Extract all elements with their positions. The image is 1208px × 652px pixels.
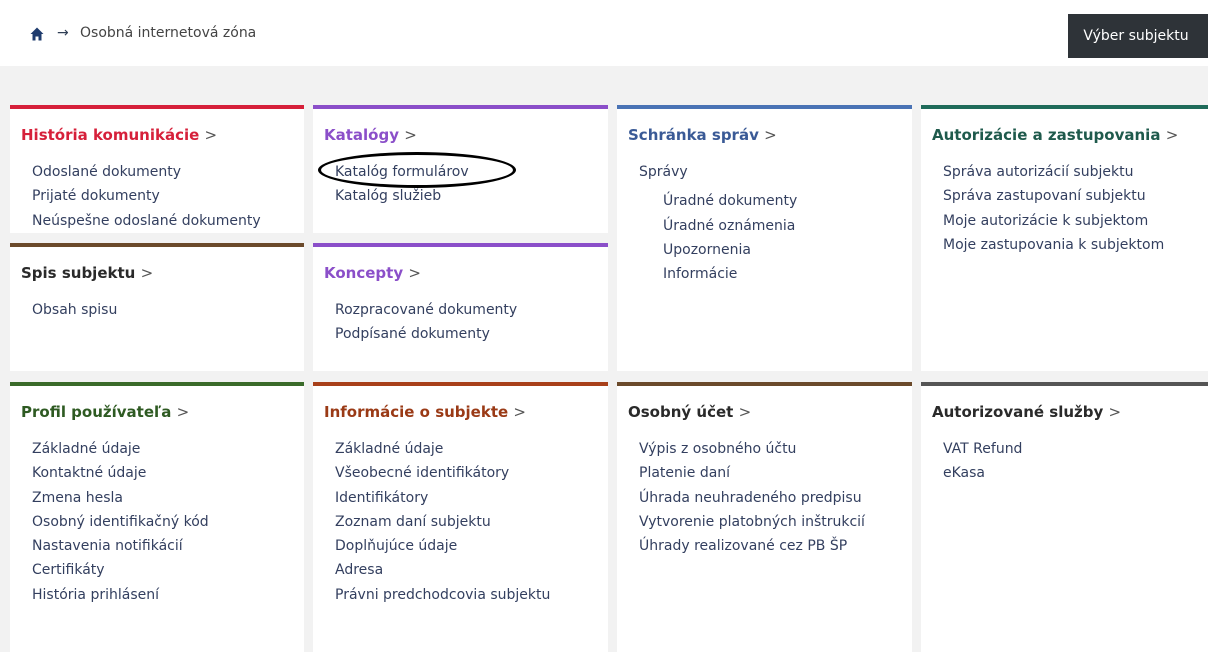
link-rozpracovane[interactable]: Rozpracované dokumenty xyxy=(335,298,517,322)
link-info-zakladne[interactable]: Základné údaje xyxy=(335,437,550,461)
card-profil: Profil používateľa > Základné údaje Kont… xyxy=(10,382,304,652)
link-historia-prihlaseni[interactable]: História prihlásení xyxy=(32,583,209,607)
card-informacie-title[interactable]: Informácie o subjekte > xyxy=(324,402,526,422)
card-profil-title[interactable]: Profil používateľa > xyxy=(21,402,189,422)
link-uhrada-predpisu[interactable]: Úhrada neuhradeného predpisu xyxy=(639,486,865,510)
card-sluzby: Autorizované služby > VAT Refund eKasa xyxy=(921,382,1208,652)
card-koncepty-title[interactable]: Koncepty > xyxy=(324,263,421,283)
link-certifikaty[interactable]: Certifikáty xyxy=(32,558,209,582)
link-info-zoznam-dani[interactable]: Zoznam daní subjektu xyxy=(335,510,550,534)
link-uhrady-pb[interactable]: Úhrady realizované cez PB ŠP xyxy=(639,534,865,558)
link-upozornenia[interactable]: Upozornenia xyxy=(639,238,797,262)
card-koncepty: Koncepty > Rozpracované dokumenty Podpís… xyxy=(313,243,608,371)
card-autorizacie: Autorizácie a zastupovania > Správa auto… xyxy=(921,105,1208,371)
link-zmena-hesla[interactable]: Zmena hesla xyxy=(32,486,209,510)
link-uradne-oznamenia[interactable]: Úradné oznámenia xyxy=(639,214,797,238)
select-subject-button[interactable]: Výber subjektu xyxy=(1068,14,1208,58)
card-spis-title[interactable]: Spis subjektu > xyxy=(21,263,153,283)
link-katalog-sluzieb[interactable]: Katalóg služieb xyxy=(335,184,469,208)
link-info-adresa[interactable]: Adresa xyxy=(335,558,550,582)
link-sprava-zastupovani[interactable]: Správa zastupovaní subjektu xyxy=(943,184,1164,208)
card-ucet: Osobný účet > Výpis z osobného účtu Plat… xyxy=(617,382,912,652)
link-ekasa[interactable]: eKasa xyxy=(943,461,1022,485)
top-bar: → Osobná internetová zóna Výber subjektu xyxy=(0,0,1208,66)
card-informacie: Informácie o subjekte > Základné údaje V… xyxy=(313,382,608,652)
link-platenie-dani[interactable]: Platenie daní xyxy=(639,461,865,485)
card-historia: História komunikácie > Odoslané dokument… xyxy=(10,105,304,233)
home-icon[interactable] xyxy=(30,26,44,41)
card-katalogy: Katalógy > Katalóg formulárov Katalóg sl… xyxy=(313,105,608,233)
link-moje-zastupovania[interactable]: Moje zastupovania k subjektom xyxy=(943,233,1164,257)
link-info-doplnujuce[interactable]: Doplňujúce údaje xyxy=(335,534,550,558)
card-spis: Spis subjektu > Obsah spisu xyxy=(10,243,304,371)
link-prijate[interactable]: Prijaté dokumenty xyxy=(32,184,261,208)
link-neuspesne[interactable]: Neúspešne odoslané dokumenty xyxy=(32,209,261,233)
card-sluzby-title[interactable]: Autorizované služby > xyxy=(932,402,1121,422)
link-moje-autorizacie[interactable]: Moje autorizácie k subjektom xyxy=(943,209,1164,233)
link-spravy[interactable]: Správy xyxy=(639,160,797,184)
link-katalog-formularov[interactable]: Katalóg formulárov xyxy=(335,160,469,184)
breadcrumb-arrow-icon: → xyxy=(57,25,69,41)
link-info-vseobecne[interactable]: Všeobecné identifikátory xyxy=(335,461,550,485)
card-schranka: Schránka správ > Správy Úradné dokumenty… xyxy=(617,105,912,371)
link-vat-refund[interactable]: VAT Refund xyxy=(943,437,1022,461)
link-osobny-kod[interactable]: Osobný identifikačný kód xyxy=(32,510,209,534)
card-katalogy-title[interactable]: Katalógy > xyxy=(324,125,417,145)
link-info-identifikatory[interactable]: Identifikátory xyxy=(335,486,550,510)
link-notifikacie[interactable]: Nastavenia notifikácií xyxy=(32,534,209,558)
link-podpisane[interactable]: Podpísané dokumenty xyxy=(335,322,517,346)
link-uradne-dokumenty[interactable]: Úradné dokumenty xyxy=(639,189,797,213)
breadcrumb-current: Osobná internetová zóna xyxy=(80,25,257,41)
link-platobne-instrukcie[interactable]: Vytvorenie platobných inštrukcií xyxy=(639,510,865,534)
link-sprava-autorizacii[interactable]: Správa autorizácií subjektu xyxy=(943,160,1164,184)
link-zakladne-udaje[interactable]: Základné údaje xyxy=(32,437,209,461)
card-ucet-title[interactable]: Osobný účet > xyxy=(628,402,751,422)
link-obsah-spisu[interactable]: Obsah spisu xyxy=(32,298,117,322)
card-autorizacie-title[interactable]: Autorizácie a zastupovania > xyxy=(932,125,1178,145)
card-schranka-title[interactable]: Schránka správ > xyxy=(628,125,777,145)
card-historia-title[interactable]: História komunikácie > xyxy=(21,125,217,145)
link-vypis[interactable]: Výpis z osobného účtu xyxy=(639,437,865,461)
link-odoslane[interactable]: Odoslané dokumenty xyxy=(32,160,261,184)
link-informacie[interactable]: Informácie xyxy=(639,262,797,286)
link-info-predchodcovia[interactable]: Právni predchodcovia subjektu xyxy=(335,583,550,607)
link-kontaktne-udaje[interactable]: Kontaktné údaje xyxy=(32,461,209,485)
